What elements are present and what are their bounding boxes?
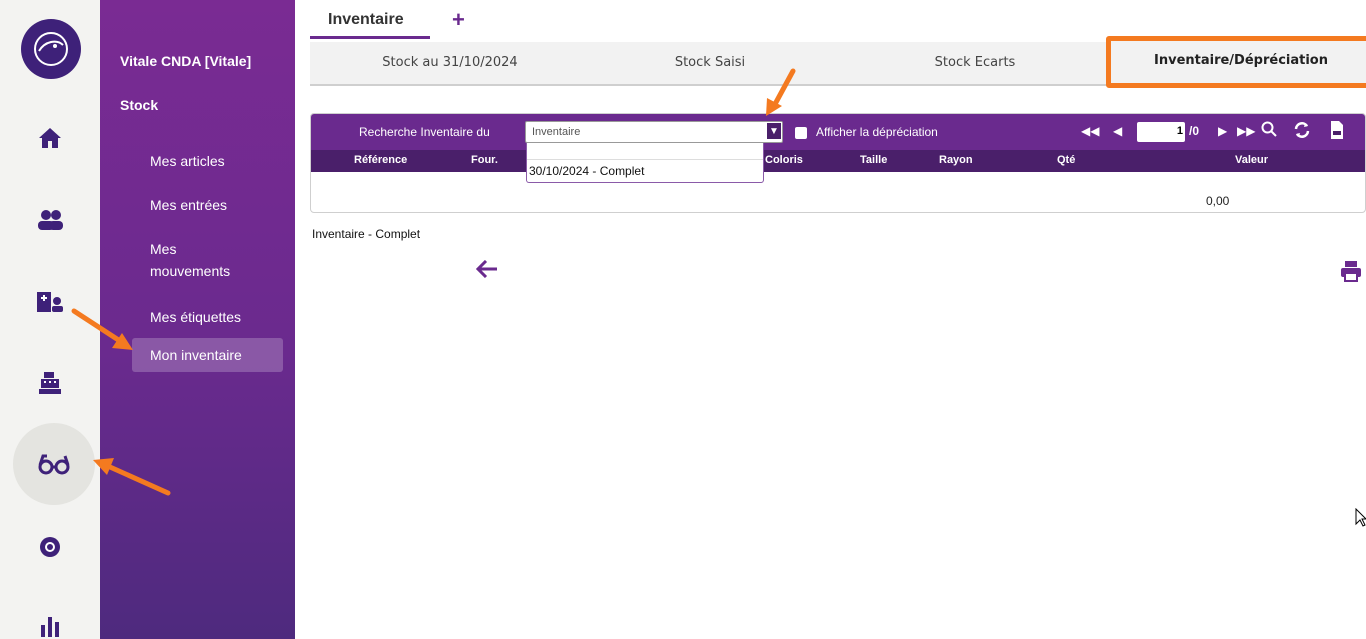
bar-chart-icon[interactable] bbox=[25, 600, 75, 639]
inventory-grid: Recherche Inventaire du Inventaire ▼ Aff… bbox=[310, 113, 1366, 213]
mouse-cursor-icon bbox=[1355, 508, 1366, 527]
refresh-icon[interactable] bbox=[1293, 121, 1311, 142]
inventory-select[interactable]: Inventaire bbox=[525, 121, 783, 143]
page-total: /0 bbox=[1189, 124, 1200, 138]
home-icon[interactable] bbox=[25, 113, 75, 163]
subtab-inventaire-depreciation[interactable]: Inventaire/Dépréciation bbox=[1106, 36, 1366, 88]
search-label: Recherche Inventaire du bbox=[359, 125, 490, 139]
annotation-arrow-dropdown bbox=[766, 68, 796, 116]
logo-icon[interactable] bbox=[21, 19, 81, 79]
page-input[interactable]: 1 bbox=[1137, 122, 1185, 142]
dropdown-option[interactable]: 30/10/2024 - Complet bbox=[529, 164, 644, 178]
col-header-qte[interactable]: Qté bbox=[1057, 154, 1075, 166]
app-window: Vitale CNDA [Vitale] Stock Mes articles … bbox=[0, 0, 1366, 639]
eye-icon[interactable] bbox=[25, 522, 75, 572]
prev-page-icon[interactable]: ◀ bbox=[1113, 124, 1122, 138]
inventory-caption: Inventaire - Complet bbox=[312, 227, 421, 241]
depreciation-checkbox[interactable] bbox=[795, 127, 807, 139]
grid-toolbar: Recherche Inventaire du Inventaire ▼ Aff… bbox=[311, 114, 1365, 150]
inventory-dropdown-list: 30/10/2024 - Complet bbox=[526, 143, 764, 183]
col-header-coloris[interactable]: Coloris bbox=[765, 154, 803, 166]
col-header-rayon[interactable]: Rayon bbox=[939, 154, 973, 166]
last-page-icon[interactable]: ▶▶ bbox=[1237, 124, 1255, 138]
sidebar-item-mes-entrees[interactable]: Mes entrées bbox=[132, 188, 283, 222]
add-tab-button[interactable]: + bbox=[452, 7, 465, 33]
users-icon[interactable] bbox=[25, 195, 75, 245]
printer-icon[interactable] bbox=[1340, 260, 1362, 287]
first-page-icon[interactable]: ◀◀ bbox=[1081, 124, 1099, 138]
back-arrow-icon[interactable] bbox=[475, 259, 498, 283]
search-icon[interactable] bbox=[1261, 121, 1277, 140]
subtab-bar: Stock au 31/10/2024 Stock Saisi Stock Ec… bbox=[310, 36, 1366, 88]
annotation-arrow-menu bbox=[71, 308, 133, 350]
sidebar-item-mes-articles[interactable]: Mes articles bbox=[132, 144, 283, 178]
chevron-down-icon[interactable]: ▼ bbox=[766, 122, 782, 140]
csv-export-icon[interactable] bbox=[1329, 120, 1345, 143]
next-page-icon[interactable]: ▶ bbox=[1218, 124, 1227, 138]
sidebar-item-mon-inventaire[interactable]: Mon inventaire bbox=[132, 338, 283, 372]
sidebar-item-mes-mouvements[interactable]: Mes mouvements bbox=[132, 232, 252, 288]
col-header-reference[interactable]: Référence bbox=[354, 154, 407, 166]
store-title: Vitale CNDA [Vitale] bbox=[120, 53, 252, 69]
patient-record-icon[interactable] bbox=[25, 277, 75, 327]
col-header-taille[interactable]: Taille bbox=[860, 154, 887, 166]
glasses-icon[interactable] bbox=[13, 423, 95, 505]
annotation-arrow-glasses bbox=[93, 458, 171, 496]
dropdown-divider bbox=[527, 159, 763, 160]
col-header-valeur[interactable]: Valeur bbox=[1235, 154, 1268, 166]
section-title-stock: Stock bbox=[120, 97, 159, 113]
cash-register-icon[interactable] bbox=[25, 358, 75, 408]
col-header-four[interactable]: Four. bbox=[471, 154, 498, 166]
tab-inventaire[interactable]: Inventaire bbox=[310, 9, 430, 39]
sidebar-item-mes-etiquettes[interactable]: Mes étiquettes bbox=[132, 300, 283, 334]
total-value: 0,00 bbox=[1206, 194, 1230, 208]
depreciation-label: Afficher la dépréciation bbox=[816, 125, 938, 139]
grid-header: Référence Four. Coloris Taille Rayon Qté… bbox=[311, 150, 1365, 172]
subtab-stock-au[interactable]: Stock au 31/10/2024 bbox=[350, 42, 550, 84]
subtab-stock-ecarts[interactable]: Stock Ecarts bbox=[895, 42, 1055, 84]
